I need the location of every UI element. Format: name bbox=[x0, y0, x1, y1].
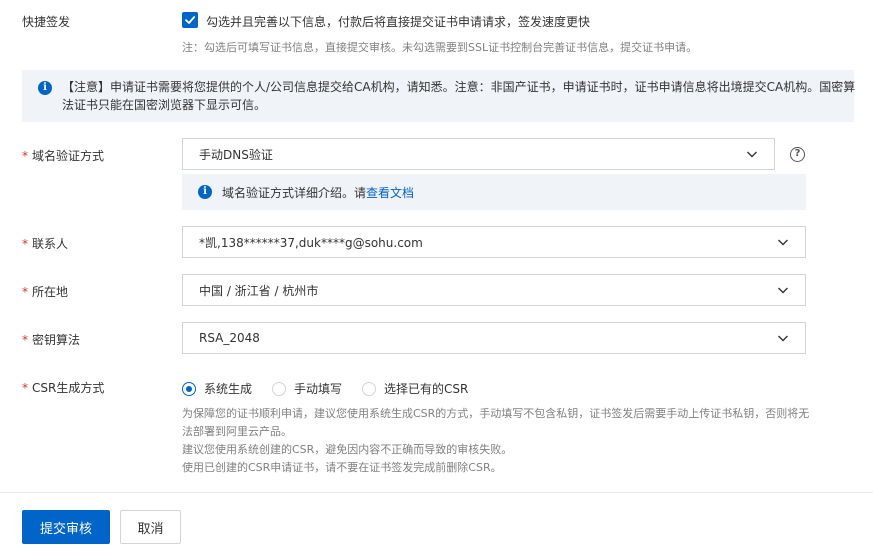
csr-label-text: CSR生成方式 bbox=[32, 381, 105, 395]
required-mark: * bbox=[22, 333, 28, 347]
csr-desc-line: 为保障您的证书顺利申请，建议您使用系统生成CSR的方式，手动填写不包含私钥，证书… bbox=[182, 407, 810, 438]
csr-description: 为保障您的证书顺利申请，建议您使用系统生成CSR的方式，手动填写不包含私钥，证书… bbox=[182, 405, 812, 477]
domain-verify-value: 手动DNS验证 bbox=[199, 147, 273, 162]
csr-radio-existing[interactable]: 选择已有的CSR bbox=[362, 380, 468, 397]
quick-sign-note: 注：勾选后可填写证书信息，直接提交审核。未勾选需要到SSL证书控制台完善证书信息… bbox=[182, 41, 698, 54]
csr-radio-manual[interactable]: 手动填写 bbox=[272, 380, 342, 397]
csr-desc-line: 使用已创建的CSR申请证书，请不要在证书签发完成前删除CSR。 bbox=[182, 461, 502, 474]
notice-text: 【注意】申请证书需要将您提供的个人/公司信息提交给CA机构，请知悉。注意：非国产… bbox=[62, 80, 856, 112]
location-label-text: 所在地 bbox=[32, 285, 69, 299]
view-docs-link[interactable]: 查看文档 bbox=[366, 186, 414, 200]
notice-banner: i 【注意】申请证书需要将您提供的个人/公司信息提交给CA机构，请知悉。注意：非… bbox=[22, 70, 855, 122]
footer-divider bbox=[0, 492, 873, 493]
location-label: * 所在地 bbox=[22, 283, 68, 300]
quick-sign-label: 快捷签发 bbox=[22, 15, 71, 29]
chevron-down-icon bbox=[747, 151, 757, 158]
contact-value: *凯,138******37,duk****g@sohu.com bbox=[199, 235, 423, 250]
csr-radio-system[interactable]: 系统生成 bbox=[182, 380, 252, 397]
csr-option-label: 手动填写 bbox=[294, 382, 343, 396]
location-value: 中国 / 浙江省 / 杭州市 bbox=[199, 283, 319, 298]
radio-selected[interactable] bbox=[182, 381, 196, 396]
key-algo-label: * 密钥算法 bbox=[22, 331, 80, 348]
domain-verify-label: * 域名验证方式 bbox=[22, 147, 104, 164]
contact-label: * 联系人 bbox=[22, 235, 68, 252]
csr-label: * CSR生成方式 bbox=[22, 379, 104, 396]
radio-unselected[interactable] bbox=[362, 381, 376, 396]
chevron-down-icon bbox=[778, 287, 788, 294]
submit-button[interactable]: 提交审核 bbox=[22, 510, 110, 544]
csr-desc-line: 建议您使用系统创建的CSR，避免因内容不正确而导致的审核失败。 bbox=[182, 443, 513, 456]
question-circle-icon[interactable]: ? bbox=[790, 147, 805, 162]
csr-option-label: 选择已有的CSR bbox=[384, 382, 469, 396]
csr-option-label: 系统生成 bbox=[204, 382, 253, 396]
key-algo-value: RSA_2048 bbox=[199, 331, 260, 345]
tip-prefix: 域名验证方式详细介绍。请 bbox=[222, 185, 367, 200]
domain-verify-label-text: 域名验证方式 bbox=[32, 149, 105, 163]
quick-sign-checkbox-text[interactable]: 勾选并且完善以下信息，付款后将直接提交证书申请请求，签发速度更快 bbox=[206, 13, 590, 30]
cancel-button[interactable]: 取消 bbox=[120, 510, 181, 544]
required-mark: * bbox=[22, 149, 28, 163]
check-icon bbox=[185, 16, 196, 24]
contact-select[interactable]: *凯,138******37,duk****g@sohu.com bbox=[182, 226, 806, 258]
chevron-down-icon bbox=[778, 239, 788, 246]
info-icon: i bbox=[198, 185, 212, 199]
contact-label-text: 联系人 bbox=[32, 237, 69, 251]
required-mark: * bbox=[22, 381, 28, 395]
key-algo-label-text: 密钥算法 bbox=[32, 333, 81, 347]
location-select[interactable]: 中国 / 浙江省 / 杭州市 bbox=[182, 274, 806, 306]
quick-sign-checkbox[interactable] bbox=[182, 12, 198, 28]
domain-verify-tip-text: 域名验证方式详细介绍。请查看文档 bbox=[222, 184, 414, 201]
domain-verify-tip: i 域名验证方式详细介绍。请查看文档 bbox=[182, 174, 806, 210]
chevron-down-icon bbox=[778, 335, 788, 342]
required-mark: * bbox=[22, 285, 28, 299]
key-algo-select[interactable]: RSA_2048 bbox=[182, 322, 806, 354]
info-icon: i bbox=[38, 81, 52, 95]
radio-unselected[interactable] bbox=[272, 381, 286, 396]
domain-verify-select[interactable]: 手动DNS验证 bbox=[182, 138, 775, 170]
required-mark: * bbox=[22, 237, 28, 251]
